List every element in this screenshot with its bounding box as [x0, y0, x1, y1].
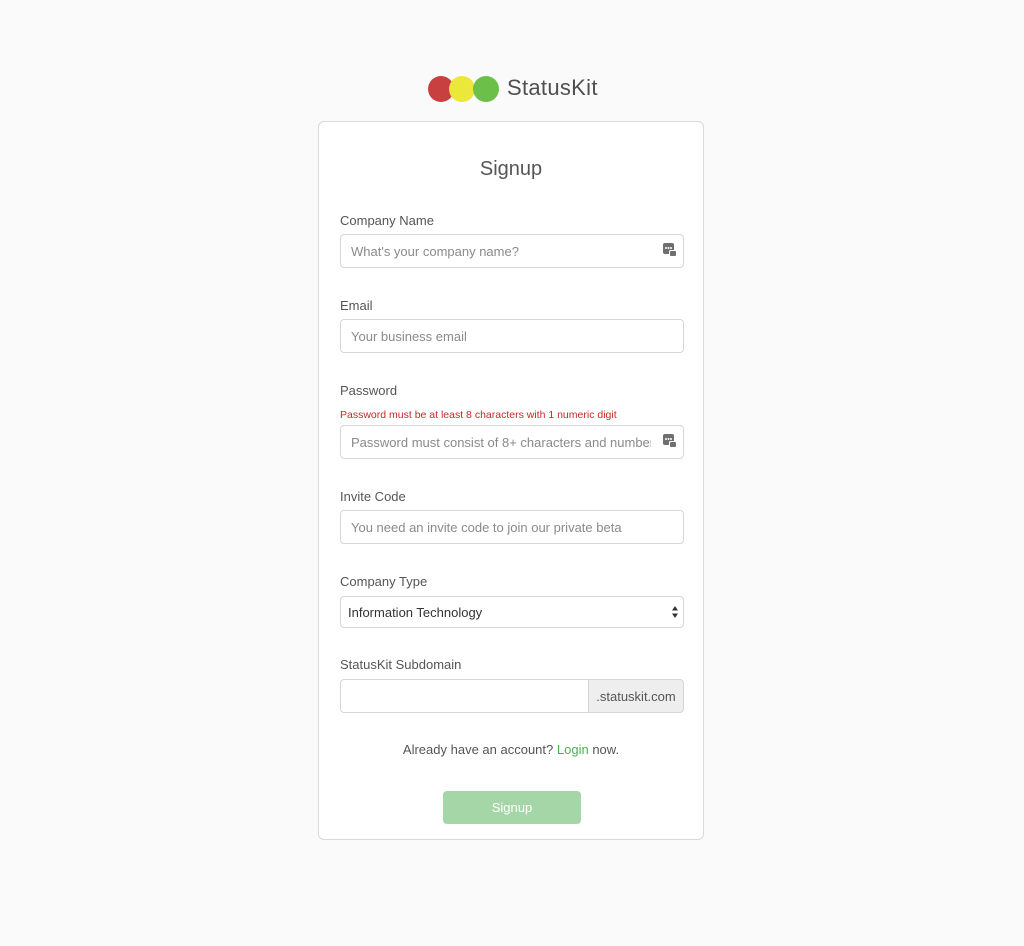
subdomain-suffix: .statuskit.com: [588, 679, 684, 713]
company-name-input[interactable]: [340, 234, 684, 268]
subdomain-input[interactable]: [340, 679, 588, 713]
brand-name: StatusKit: [507, 75, 598, 100]
password-error-message: Password must be at least 8 characters w…: [340, 409, 617, 421]
email-input[interactable]: [340, 319, 684, 353]
page-title: Signup: [479, 158, 543, 180]
logo-dots-icon: [428, 74, 500, 102]
company-type-selected-value: Information Technology: [348, 604, 483, 620]
login-prompt: Already have an account? Login now.: [319, 742, 703, 757]
company-name-label: Company Name: [340, 213, 434, 228]
logo-yellow-dot: [449, 76, 475, 102]
subdomain-label: StatusKit Subdomain: [340, 657, 462, 672]
password-input[interactable]: [340, 425, 684, 459]
login-link[interactable]: Login: [557, 742, 589, 757]
signup-button[interactable]: Signup: [443, 791, 581, 824]
email-label: Email: [340, 298, 373, 313]
invite-code-label: Invite Code: [340, 489, 406, 504]
password-manager-icon[interactable]: [663, 243, 677, 257]
logo-green-dot: [473, 76, 499, 102]
company-type-label: Company Type: [340, 574, 428, 589]
password-label: Password: [340, 383, 398, 398]
company-type-select[interactable]: Information Technology: [340, 596, 684, 628]
up-down-arrows-icon: [672, 606, 678, 618]
invite-code-input[interactable]: [340, 510, 684, 544]
signup-card: Signup Company Name Email Password Passw…: [318, 121, 704, 840]
login-prompt-suffix: now.: [592, 742, 620, 757]
brand-logo: StatusKit: [428, 72, 598, 104]
password-manager-icon[interactable]: [663, 434, 677, 448]
login-prompt-text: Already have an account?: [402, 742, 554, 757]
subdomain-input-group: .statuskit.com: [340, 679, 684, 713]
